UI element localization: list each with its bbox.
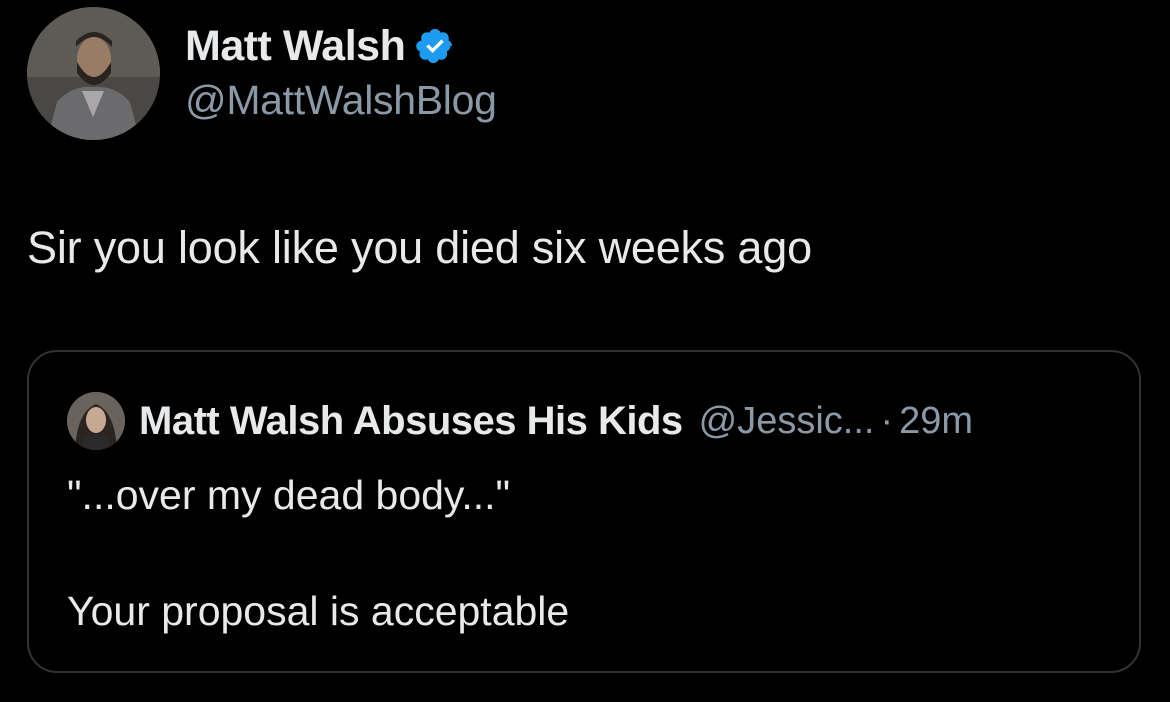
dot-separator: ·: [880, 399, 894, 442]
author-avatar[interactable]: [27, 7, 160, 140]
verified-badge-icon: [415, 26, 455, 66]
quoted-tweet-text-line: Your proposal is acceptable: [67, 588, 570, 634]
quoted-author-name[interactable]: Matt Walsh Absuses His Kids: [139, 399, 683, 444]
quoted-tweet-timestamp[interactable]: 29m: [899, 400, 973, 443]
author-name-row: Matt Walsh: [185, 18, 455, 74]
quoted-tweet-text-line: "...over my dead body...": [67, 472, 511, 518]
quoted-author-handle[interactable]: @Jessic...: [699, 400, 875, 443]
quoted-tweet-header: Matt Walsh Absuses His Kids @Jessic... ·…: [67, 392, 973, 450]
quoted-author-avatar[interactable]: [67, 392, 125, 450]
tweet-text: Sir you look like you died six weeks ago: [27, 222, 812, 273]
author-name[interactable]: Matt Walsh: [185, 22, 406, 71]
author-handle[interactable]: @MattWalshBlog: [185, 77, 497, 124]
quoted-tweet-card[interactable]: Matt Walsh Absuses His Kids @Jessic... ·…: [27, 350, 1141, 673]
tweet[interactable]: Matt Walsh @MattWalshBlog Sir you look l…: [0, 0, 1170, 702]
